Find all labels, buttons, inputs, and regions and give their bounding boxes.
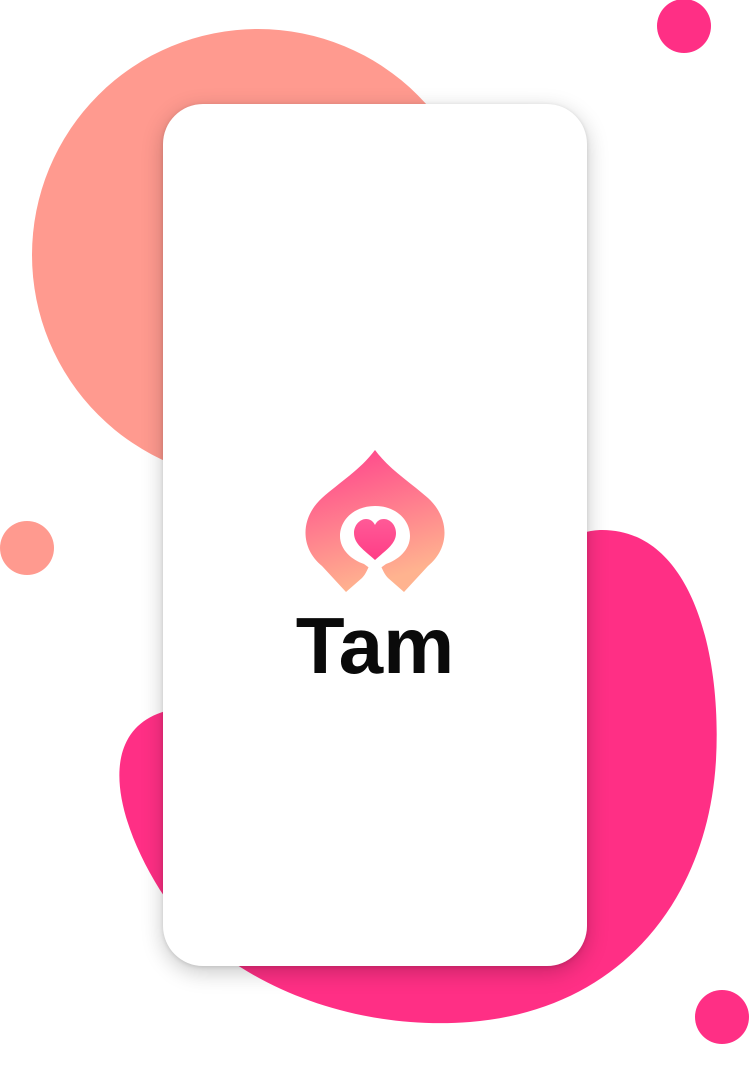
splash-screen: Tam <box>0 0 750 1073</box>
salmon-dot-left <box>0 521 54 575</box>
pink-dot-bottom-right <box>695 990 749 1044</box>
phone-frame: Tam <box>163 104 587 966</box>
pink-dot-top-right <box>657 0 711 53</box>
heart-teardrop-logo-icon <box>305 450 445 592</box>
app-name-title: Tam <box>295 601 455 690</box>
